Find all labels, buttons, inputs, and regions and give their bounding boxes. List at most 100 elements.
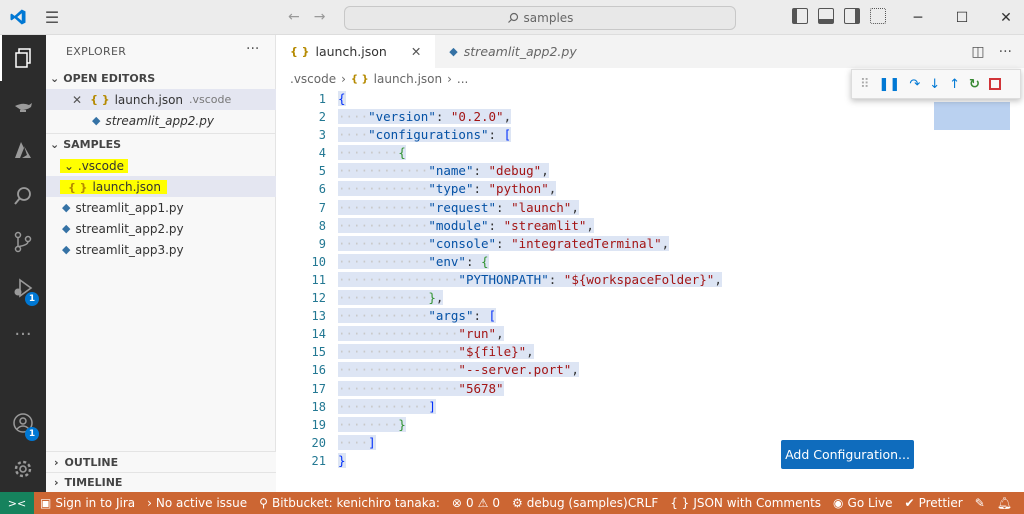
breadcrumb-folder[interactable]: .vscode bbox=[290, 72, 336, 86]
azure-icon[interactable] bbox=[0, 127, 46, 173]
run-badge: 1 bbox=[25, 292, 39, 306]
toggle-secondary-sidebar-icon[interactable] bbox=[844, 8, 860, 24]
editor-tabs: { } launch.json ✕ ◆ streamlit_app2.py ◫ … bbox=[276, 35, 1024, 68]
golive-status[interactable]: ◉ Go Live bbox=[827, 496, 898, 510]
split-editor-icon[interactable]: ◫ bbox=[971, 44, 984, 60]
code-line: ················"--server.port", bbox=[338, 362, 579, 378]
tab-launch-json[interactable]: { } launch.json ✕ bbox=[276, 35, 436, 68]
outline-label: OUTLINE bbox=[64, 455, 119, 469]
maximize-icon[interactable]: ☐ bbox=[940, 0, 984, 35]
menu-icon[interactable]: ☰ bbox=[35, 0, 69, 35]
bitbucket-icon: ⚲ bbox=[259, 496, 268, 510]
run-debug-icon[interactable]: 1 bbox=[0, 265, 46, 311]
minimap[interactable] bbox=[934, 102, 1010, 130]
code-line: ············"env": { bbox=[338, 253, 489, 269]
line-numbers: 1 2 3 4 5 6 7 8 9 10 11 12 13 14 15 16 17 18 19 20 21 bbox=[276, 90, 326, 470]
status-bar: >< ▣ Sign in to Jira › No active issue ⚲… bbox=[0, 492, 1024, 514]
eol-status[interactable]: CRLF bbox=[622, 496, 664, 510]
jira-status[interactable]: ▣ Sign in to Jira bbox=[34, 496, 141, 510]
more-icon[interactable]: ··· bbox=[0, 311, 46, 357]
pause-icon[interactable]: ❚❚ bbox=[879, 77, 901, 92]
line-number: 10 bbox=[311, 254, 326, 269]
add-configuration-button[interactable]: Add Configuration... bbox=[781, 440, 914, 469]
outline-header[interactable]: › OUTLINE bbox=[46, 451, 276, 472]
step-out-icon[interactable]: ↑ bbox=[949, 77, 960, 92]
bitbucket-status[interactable]: ⚲ Bitbucket: kenichiro tanaka: bbox=[253, 496, 446, 510]
title-bar: ☰ ← → samples ─ ☐ ✕ bbox=[0, 0, 1024, 35]
vscode-window: ☰ ← → samples ─ ☐ ✕ 1 ··· 1 EXPLORER ···… bbox=[0, 0, 1024, 514]
activity-bar: 1 ··· 1 bbox=[0, 35, 46, 492]
breadcrumb-file[interactable]: launch.json bbox=[374, 72, 442, 86]
tab-streamlit-app2[interactable]: ◆ streamlit_app2.py bbox=[435, 35, 590, 68]
drag-handle-icon[interactable]: ⠿ bbox=[860, 77, 870, 92]
stop-icon[interactable] bbox=[988, 78, 1001, 90]
breadcrumb-symbol[interactable]: ... bbox=[457, 72, 468, 86]
remote-icon[interactable]: >< bbox=[0, 492, 34, 514]
open-editors-header[interactable]: ⌄ OPEN EDITORS bbox=[46, 67, 276, 89]
customize-layout-icon[interactable] bbox=[870, 8, 886, 24]
eol-label: CRLF bbox=[627, 496, 659, 510]
open-editor-streamlit-app2[interactable]: ◆ streamlit_app2.py bbox=[46, 110, 276, 131]
timeline-header[interactable]: › TIMELINE bbox=[46, 472, 276, 492]
samples-header[interactable]: ⌄ SAMPLES bbox=[46, 133, 276, 155]
account-icon[interactable]: 1 bbox=[0, 400, 46, 446]
error-count: 0 bbox=[465, 496, 474, 510]
explorer-icon[interactable] bbox=[0, 35, 46, 81]
toggle-sidebar-icon[interactable] bbox=[792, 8, 808, 24]
tree-item-streamlit-app1[interactable]: ◆ streamlit_app1.py bbox=[46, 197, 276, 218]
issue-status[interactable]: › No active issue bbox=[141, 496, 253, 510]
status-right: CRLF { } JSON with Comments ◉ Go Live ✔ … bbox=[622, 492, 1018, 514]
restart-icon[interactable]: ↻ bbox=[969, 77, 980, 92]
samples-label: SAMPLES bbox=[63, 138, 122, 151]
step-over-icon[interactable]: ↷ bbox=[909, 77, 920, 92]
language-status[interactable]: { } JSON with Comments bbox=[664, 496, 827, 510]
gear-icon[interactable] bbox=[0, 446, 46, 492]
close-icon[interactable]: ✕ bbox=[984, 0, 1024, 35]
code-line: ············] bbox=[338, 398, 436, 414]
tree-file-text: streamlit_app1.py bbox=[75, 200, 184, 215]
line-number: 11 bbox=[311, 272, 326, 287]
code-lines[interactable]: {····"version": "0.2.0", ····"configurati… bbox=[338, 90, 938, 470]
tree-item-label: ⌄ .vscode bbox=[60, 158, 128, 173]
line-number: 16 bbox=[311, 363, 326, 378]
minimize-icon[interactable]: ─ bbox=[896, 0, 940, 35]
step-into-icon[interactable]: ↓ bbox=[929, 77, 940, 92]
code-editor[interactable]: 1 2 3 4 5 6 7 8 9 10 11 12 13 14 15 16 17 18 19 20 21 {····"… bbox=[276, 90, 1024, 492]
more-actions-icon[interactable]: ··· bbox=[246, 41, 259, 57]
problems-status[interactable]: ⊗ 0 ⚠ 0 bbox=[446, 496, 506, 510]
feedback-icon[interactable]: ✎ bbox=[969, 496, 991, 510]
genie-lamp-icon[interactable] bbox=[0, 81, 46, 127]
python-icon: ◆ bbox=[449, 45, 458, 58]
line-number: 21 bbox=[311, 453, 326, 468]
more-actions-icon[interactable]: ··· bbox=[999, 44, 1012, 60]
forward-arrow-icon[interactable]: → bbox=[314, 9, 326, 25]
tree-item-streamlit-app2[interactable]: ◆ streamlit_app2.py bbox=[46, 218, 276, 239]
jira-icon: ▣ bbox=[40, 496, 52, 510]
code-line: ········} bbox=[338, 416, 406, 432]
line-number: 14 bbox=[311, 327, 326, 342]
tree-item-streamlit-app3[interactable]: ◆ streamlit_app3.py bbox=[46, 239, 276, 260]
code-line: ············"module": "streamlit", bbox=[338, 217, 594, 233]
jira-label: Sign in to Jira bbox=[55, 496, 136, 510]
source-control-icon[interactable] bbox=[0, 219, 46, 265]
tree-file-text: streamlit_app3.py bbox=[75, 242, 184, 257]
toggle-panel-icon[interactable] bbox=[818, 8, 834, 24]
open-editor-launch-json[interactable]: ✕ { } launch.json .vscode bbox=[46, 89, 276, 110]
close-icon[interactable]: ✕ bbox=[411, 44, 421, 59]
tree-item-vscode-folder[interactable]: ⌄ .vscode bbox=[46, 155, 276, 176]
debug-status[interactable]: ⚙ debug (samples) bbox=[506, 496, 634, 510]
back-arrow-icon[interactable]: ← bbox=[288, 9, 300, 25]
golive-label: Go Live bbox=[847, 496, 893, 510]
line-number: 6 bbox=[318, 182, 326, 197]
command-center-search[interactable]: samples bbox=[344, 6, 736, 30]
layout-controls bbox=[792, 8, 886, 24]
line-number: 7 bbox=[318, 200, 326, 215]
tree-item-launch-json[interactable]: { } launch.json bbox=[46, 176, 276, 197]
code-line: ····"configurations": [ bbox=[338, 127, 512, 143]
close-icon[interactable]: ✕ bbox=[72, 93, 82, 107]
bell-icon[interactable]: 🔔︎ bbox=[991, 496, 1018, 510]
tree-item-label: { } launch.json bbox=[60, 179, 167, 194]
search-icon[interactable] bbox=[0, 173, 46, 219]
prettier-status[interactable]: ✔ Prettier bbox=[899, 496, 969, 510]
chevron-right-icon: › bbox=[54, 476, 59, 489]
